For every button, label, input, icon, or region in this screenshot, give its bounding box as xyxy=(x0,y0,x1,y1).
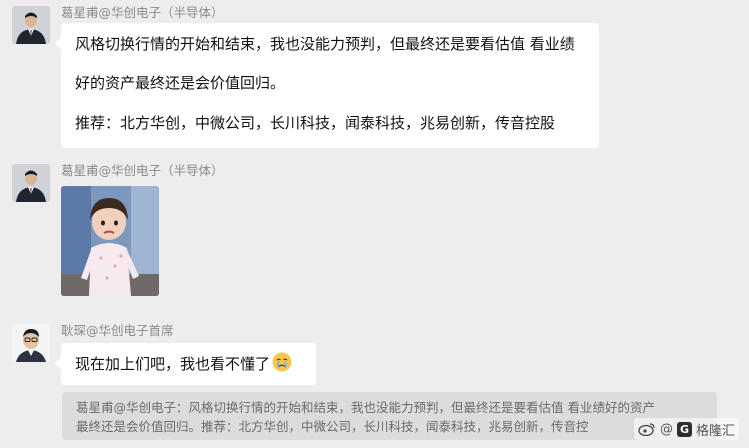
sender-name: 耿琛@华创电子首席 xyxy=(61,323,174,338)
message-line: 推荐：北方华创，中微公司，长川科技，闻泰科技，兆易创新，传音控股 xyxy=(75,114,556,132)
child-photo[interactable] xyxy=(61,186,159,296)
weibo-icon xyxy=(638,423,655,436)
gelonghui-logo-icon: G xyxy=(676,421,692,437)
watermark-prefix: @ xyxy=(659,421,673,437)
quote-line: 葛星甫@华创电子：风格切换行情的开始和结束，我也没能力预判，但最终还是要看估值 … xyxy=(76,400,655,415)
avatar-sender-2[interactable] xyxy=(12,324,50,362)
sender-name: 葛星甫@华创电子（半导体） xyxy=(61,163,224,178)
message-bubble-text[interactable]: 现在加上们吧，我也看不懂了 xyxy=(55,343,316,385)
message-text: 现在加上们吧，我也看不懂了 xyxy=(75,343,302,385)
quoted-message[interactable]: 葛星甫@华创电子：风格切换行情的开始和结束，我也没能力预判，但最终还是要看估值 … xyxy=(62,392,717,440)
quote-line: 最终还是会价值回归。推荐：北方华创，中微公司，长川科技，闻泰科技，兆易创新，传音… xyxy=(76,419,589,434)
message-content: 现在加上们吧，我也看不懂了 xyxy=(75,355,271,373)
crying-emoji-icon xyxy=(272,352,292,372)
watermark: @ G 格隆汇 xyxy=(633,418,739,440)
message-line: 好的资产最终还是会价值回归。 xyxy=(75,74,286,92)
message-line: 风格切换行情的开始和结束，我也没能力预判，但最终还是要看估值 看业绩 xyxy=(75,35,575,53)
message-bubble-text[interactable]: 风格切换行情的开始和结束，我也没能力预判，但最终还是要看估值 看业绩 好的资产最… xyxy=(55,23,599,148)
avatar-sender-1[interactable] xyxy=(12,6,50,44)
watermark-brand: 格隆汇 xyxy=(695,423,735,439)
sender-name: 葛星甫@华创电子（半导体） xyxy=(61,5,224,20)
avatar-sender-1[interactable] xyxy=(12,164,50,202)
